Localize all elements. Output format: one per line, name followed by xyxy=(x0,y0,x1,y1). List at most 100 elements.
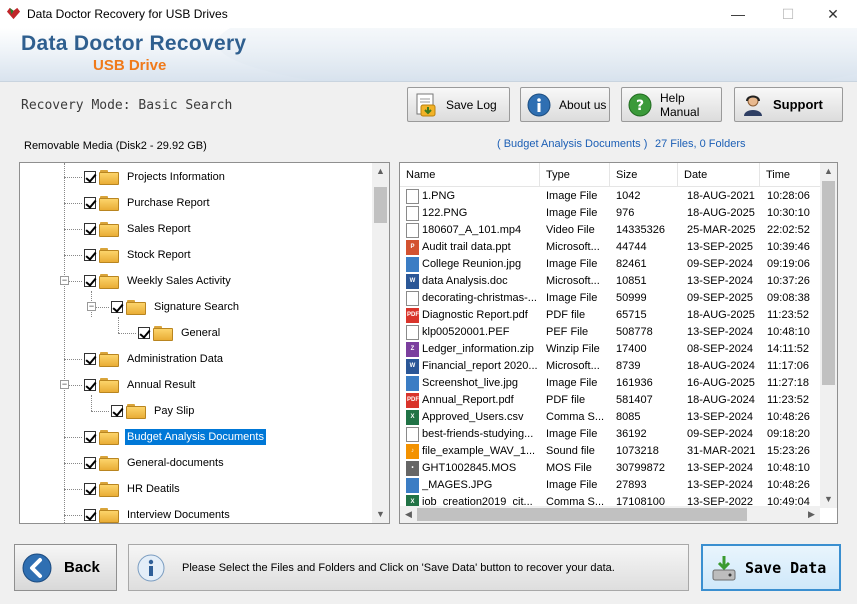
file-type-icon: PDF xyxy=(406,393,419,408)
file-icon xyxy=(406,291,419,306)
about-us-button[interactable]: About us xyxy=(520,87,610,122)
list-scroll-thumb[interactable] xyxy=(822,181,835,385)
collapse-toggle-icon[interactable]: − xyxy=(60,276,69,285)
column-header-name[interactable]: Name xyxy=(400,163,540,187)
checkbox[interactable] xyxy=(84,249,96,261)
tree-vertical-scrollbar[interactable]: ▲ ▼ xyxy=(372,163,389,523)
file-type-icon: ♪ xyxy=(406,444,419,459)
file-row[interactable]: best-friends-studying... Image File 36192 0… xyxy=(400,426,820,443)
collapse-toggle-icon[interactable]: − xyxy=(60,380,69,389)
scroll-up-arrow-icon[interactable]: ▲ xyxy=(372,163,389,180)
file-cell: 18-AUG-2025 xyxy=(687,207,755,219)
file-cell: data Analysis.doc xyxy=(422,275,508,287)
file-row[interactable]: College Reunion.jpg Image File 82461 09-SEP… xyxy=(400,256,820,273)
tree-node[interactable]: General-documents xyxy=(84,453,226,473)
checkbox[interactable] xyxy=(84,275,96,287)
file-row[interactable]: Wdata Analysis.doc Microsoft... 10851 13-SE… xyxy=(400,273,820,290)
file-row[interactable]: X Approved_Users.csv Comma S... 8085 13-SEP-… xyxy=(400,409,820,426)
file-list[interactable]: Name Type Size Date Time 1.PNG Image File… xyxy=(399,162,838,524)
tree-node[interactable]: Sales Report xyxy=(84,219,193,239)
scroll-thumb[interactable] xyxy=(374,187,387,223)
column-header-date[interactable]: Date xyxy=(678,163,760,187)
file-row[interactable]: W Financial_report 2020... Microsoft... 873… xyxy=(400,358,820,375)
file-row[interactable]: klp00520001.PEF PEF File 508778 13-SEP-2024… xyxy=(400,324,820,341)
file-cell: Approved_Users.csv xyxy=(422,411,524,423)
collapse-toggle-icon[interactable]: − xyxy=(87,302,96,311)
tree-node[interactable]: Stock Report xyxy=(84,245,193,265)
tree-node[interactable]: Interview Documents xyxy=(84,505,232,523)
folder-tree[interactable]: Projects Information Purchase Report Sales… xyxy=(19,162,390,524)
checkbox[interactable] xyxy=(84,379,96,391)
file-row[interactable]: decorating-christmas-... Image File 50999 0… xyxy=(400,290,820,307)
checkbox[interactable] xyxy=(84,457,96,469)
checkbox[interactable] xyxy=(84,171,96,183)
file-row[interactable]: ♪ file_example_WAV_1... Sound file 1073218 3… xyxy=(400,443,820,460)
file-type-icon: W xyxy=(406,274,419,289)
tree-node-label: Projects Information xyxy=(127,171,225,183)
tree-node[interactable]: HR Deatils xyxy=(84,479,182,499)
tree-node[interactable]: Annual Result xyxy=(84,375,198,395)
support-person-icon xyxy=(741,93,765,117)
support-button[interactable]: Support xyxy=(734,87,843,122)
list-hscroll-thumb[interactable] xyxy=(417,508,747,521)
folder-icon xyxy=(126,403,146,419)
save-log-label: Save Log xyxy=(446,97,497,112)
file-row[interactable]: 122.PNG Image File 976 18-AUG-2025 10:30:10 xyxy=(400,205,820,222)
file-row[interactable]: 180607_A_101.mp4 Video File 14335326 25-MAR… xyxy=(400,222,820,239)
file-row[interactable]: • GHT1002845.MOS MOS File 30799872 13-SEP-20… xyxy=(400,460,820,477)
column-header-time[interactable]: Time xyxy=(760,163,820,187)
list-vertical-scrollbar[interactable]: ▲ ▼ xyxy=(820,163,837,508)
checkbox[interactable] xyxy=(84,353,96,365)
file-row[interactable]: PDF Annual_Report.pdf PDF file 581407 18-AUG… xyxy=(400,392,820,409)
tree-node[interactable]: General xyxy=(138,323,222,343)
file-cell: Image File xyxy=(546,377,598,389)
file-cell: 10:39:46 xyxy=(767,241,810,253)
list-scroll-left-icon[interactable]: ◀ xyxy=(400,506,417,523)
tree-node[interactable]: Weekly Sales Activity xyxy=(84,271,233,291)
file-row[interactable]: P Audit trail data.ppt Microsoft... 44744 13… xyxy=(400,239,820,256)
file-row[interactable]: 1.PNG Image File 1042 18-AUG-2021 10:28:06 xyxy=(400,188,820,205)
file-cell: 18-AUG-2024 xyxy=(687,360,755,372)
checkbox[interactable] xyxy=(111,405,123,417)
file-cell: 13-SEP-2024 xyxy=(687,326,754,338)
tree-node-label: Interview Documents xyxy=(127,509,230,521)
help-manual-button[interactable]: ? Help Manual xyxy=(621,87,722,122)
file-cell: decorating-christmas-... xyxy=(422,292,537,304)
tree-node[interactable]: Budget Analysis Documents xyxy=(84,427,266,447)
tree-node[interactable]: Pay Slip xyxy=(111,401,196,421)
checkbox[interactable] xyxy=(84,509,96,521)
list-scroll-down-icon[interactable]: ▼ xyxy=(820,491,837,508)
file-row[interactable]: Z Ledger_information.zip Winzip File 17400 0… xyxy=(400,341,820,358)
save-log-button[interactable]: Save Log xyxy=(407,87,510,122)
column-header-size[interactable]: Size xyxy=(610,163,678,187)
list-scroll-right-icon[interactable]: ▶ xyxy=(803,506,820,523)
file-cell: 25-MAR-2025 xyxy=(687,224,756,236)
close-button[interactable]: ✕ xyxy=(810,0,856,28)
file-cell: 50999 xyxy=(616,292,647,304)
tree-node[interactable]: Projects Information xyxy=(84,167,227,187)
tree-node[interactable]: Signature Search xyxy=(111,297,241,317)
file-type-icon xyxy=(406,257,419,272)
save-data-button[interactable]: Save Data xyxy=(701,544,841,591)
checkbox[interactable] xyxy=(84,197,96,209)
file-row[interactable]: Screenshot_live.jpg Image File 161936 16-AU… xyxy=(400,375,820,392)
file-cell: 8739 xyxy=(616,360,641,372)
minimize-button[interactable]: — xyxy=(715,0,761,28)
scroll-down-arrow-icon[interactable]: ▼ xyxy=(372,506,389,523)
checkbox[interactable] xyxy=(84,431,96,443)
tree-node[interactable]: Administration Data xyxy=(84,349,225,369)
maximize-button[interactable]: ☐ xyxy=(765,0,811,28)
checkbox[interactable] xyxy=(111,301,123,313)
tree-node-label: Budget Analysis Documents xyxy=(125,429,266,445)
checkbox[interactable] xyxy=(84,483,96,495)
file-row[interactable]: _MAGES.JPG Image File 27893 13-SEP-2024 10:4… xyxy=(400,477,820,494)
checkbox[interactable] xyxy=(138,327,150,339)
column-header-type[interactable]: Type xyxy=(540,163,610,187)
file-row[interactable]: PDF Diagnostic Report.pdf PDF file 65715 18-… xyxy=(400,307,820,324)
file-cell: Microsoft... xyxy=(546,360,600,372)
tree-node[interactable]: Purchase Report xyxy=(84,193,212,213)
back-button[interactable]: Back xyxy=(14,544,117,591)
list-horizontal-scrollbar[interactable]: ◀ ▶ xyxy=(400,506,820,523)
checkbox[interactable] xyxy=(84,223,96,235)
list-scroll-up-icon[interactable]: ▲ xyxy=(820,163,837,180)
